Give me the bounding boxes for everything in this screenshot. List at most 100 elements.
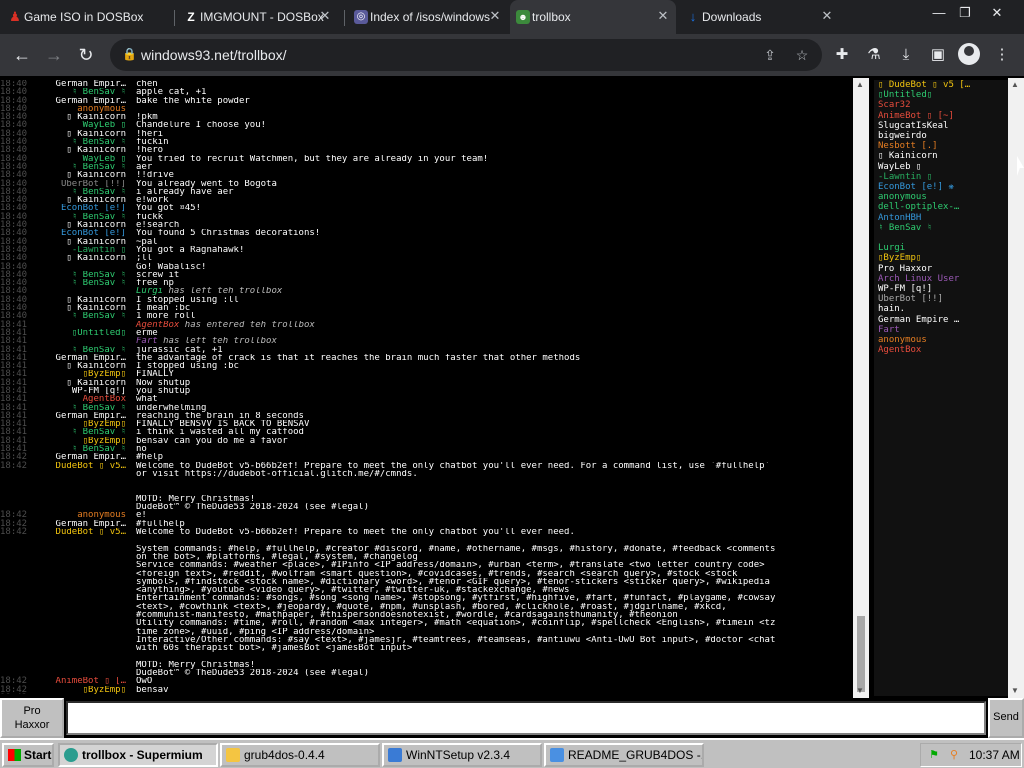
close-tab-icon[interactable]: ✕ xyxy=(656,9,670,23)
user-list-item[interactable]: WayLeb ▯ xyxy=(878,162,1008,172)
share-icon[interactable]: ⇪ xyxy=(760,45,780,65)
user-list-item[interactable]: ▯Untitled▯ xyxy=(878,90,1008,100)
message-nick[interactable]: AgentBox xyxy=(38,395,126,403)
user-list-scrollbar[interactable]: ▲ ▼ xyxy=(1008,78,1024,698)
message-nick[interactable] xyxy=(38,603,126,611)
message-nick[interactable]: UberBot [!!] xyxy=(38,180,126,188)
clock[interactable]: 10:37 AM xyxy=(969,748,1020,762)
message-nick[interactable]: DudeBot ▯ v5… xyxy=(38,528,126,536)
scroll-up-arrow-icon[interactable]: ▲ xyxy=(1011,80,1019,89)
message-nick[interactable]: German Empir… xyxy=(38,412,126,420)
task-readme-grub4dos[interactable]: README_GRUB4DOS -... xyxy=(544,743,704,767)
message-nick[interactable]: anonymous xyxy=(38,511,126,519)
message-nick[interactable]: ▯ Kainicorn xyxy=(38,296,126,304)
nickname-button[interactable]: Pro Haxxor xyxy=(0,698,64,738)
message-nick[interactable]: ♮ BenSav ♮ xyxy=(38,404,126,412)
user-list-item[interactable]: ♮ BenSav ♮ xyxy=(878,223,1008,233)
message-nick[interactable] xyxy=(38,495,126,503)
message-nick[interactable] xyxy=(38,594,126,602)
network-icon[interactable]: ⚑ xyxy=(927,748,941,762)
user-list-item[interactable]: EconBot [e!] ❋ xyxy=(878,182,1008,192)
star-bookmark-icon[interactable]: ☆ xyxy=(792,45,812,65)
user-list-item[interactable]: AgentBox xyxy=(878,345,1008,355)
message-nick[interactable]: WayLeb ▯ xyxy=(38,121,126,129)
side-panel-icon[interactable]: ▣ xyxy=(926,43,950,67)
user-list-item[interactable]: ▯ DudeBot ▯ v5 [… xyxy=(878,80,1008,90)
message-nick[interactable]: ▯ByzEmp▯ xyxy=(38,370,126,378)
tab-trollbox[interactable]: ☻ trollbox ✕ xyxy=(510,0,676,34)
extensions-puzzle-icon[interactable]: ✚ xyxy=(830,43,854,67)
message-nick[interactable]: ♮ BenSav ♮ xyxy=(38,312,126,320)
user-list-item[interactable]: Nesbott [.] xyxy=(878,141,1008,151)
profile-avatar-icon[interactable] xyxy=(958,43,980,65)
tab-downloads[interactable]: ↓ Downloads ✕ xyxy=(680,0,840,34)
message-nick[interactable]: German Empir… xyxy=(38,520,126,528)
message-nick[interactable] xyxy=(38,578,126,586)
message-nick[interactable]: WayLeb ▯ xyxy=(38,155,126,163)
message-nick[interactable]: ▯ Kainicorn xyxy=(38,113,126,121)
message-nick[interactable] xyxy=(38,337,126,345)
message-nick[interactable]: ♮ BenSav ♮ xyxy=(38,346,126,354)
message-nick[interactable]: ▯ Kainicorn xyxy=(38,171,126,179)
message-nick[interactable]: anonymous xyxy=(38,105,126,113)
message-nick[interactable]: ▯ Kainicorn xyxy=(38,221,126,229)
scroll-down-arrow-icon[interactable]: ▼ xyxy=(856,686,864,695)
user-list-item[interactable]: hain. xyxy=(878,304,1008,314)
message-nick[interactable]: ▯ Kainicorn xyxy=(38,304,126,312)
user-list-item[interactable]: Pro Haxxor xyxy=(878,264,1008,274)
message-nick[interactable]: German Empir… xyxy=(38,80,126,88)
user-list-item[interactable]: AntonHBH xyxy=(878,213,1008,223)
message-nick[interactable]: AnimeBot ▯ [… xyxy=(38,677,126,685)
message-nick[interactable] xyxy=(38,644,126,652)
user-list-item[interactable]: Fart xyxy=(878,325,1008,335)
task-grub4dos-folder[interactable]: grub4dos-0.4.4 xyxy=(220,743,380,767)
url-text[interactable]: windows93.net/trollbox/ xyxy=(141,47,287,63)
back-arrow-icon[interactable]: ← xyxy=(10,43,34,67)
user-list-item[interactable]: anonymous xyxy=(878,335,1008,345)
message-nick[interactable] xyxy=(38,321,126,329)
message-nick[interactable]: ▯ Kainicorn xyxy=(38,379,126,387)
message-input[interactable] xyxy=(66,701,986,735)
message-nick[interactable]: WP-FM [q!] xyxy=(38,387,126,395)
user-list-item[interactable]: UberBot [!!] xyxy=(878,294,1008,304)
user-list-item[interactable]: -Lawntin ▯ xyxy=(878,172,1008,182)
forward-arrow-icon[interactable]: → xyxy=(42,43,66,67)
user-list-item[interactable]: AnimeBot ▯ [~] xyxy=(878,111,1008,121)
message-nick[interactable]: ▯ Kainicorn xyxy=(38,196,126,204)
message-nick[interactable] xyxy=(38,536,126,544)
message-nick[interactable] xyxy=(38,470,126,478)
message-nick[interactable]: ♮ BenSav ♮ xyxy=(38,428,126,436)
tab-imgmount[interactable]: Z IMGMOUNT - DOSBox ✕ xyxy=(178,0,338,34)
message-nick[interactable]: ♮ BenSav ♮ xyxy=(38,445,126,453)
message-nick[interactable]: ▯ByzEmp▯ xyxy=(38,437,126,445)
chat-scrollbar[interactable]: ▲ ▼ xyxy=(853,78,869,698)
message-nick[interactable]: ♮ BenSav ♮ xyxy=(38,188,126,196)
message-nick[interactable] xyxy=(38,487,126,495)
download-toolbar-icon[interactable]: ⤓ xyxy=(894,43,918,67)
message-nick[interactable] xyxy=(38,628,126,636)
message-nick[interactable]: ♮ BenSav ♮ xyxy=(38,163,126,171)
close-tab-icon[interactable]: ✕ xyxy=(488,9,502,23)
task-winntsetup[interactable]: WinNTSetup v2.3.4 xyxy=(382,743,542,767)
user-list-item[interactable]: German Empire … xyxy=(878,315,1008,325)
message-nick[interactable] xyxy=(38,586,126,594)
user-list-item[interactable]: Arch Linux User xyxy=(878,274,1008,284)
message-nick[interactable] xyxy=(38,669,126,677)
message-nick[interactable]: German Empir… xyxy=(38,97,126,105)
send-button[interactable]: Send xyxy=(988,698,1024,738)
message-nick[interactable] xyxy=(38,545,126,553)
message-nick[interactable]: ♮ BenSav ♮ xyxy=(38,271,126,279)
user-list-item[interactable]: ▯ Kainicorn xyxy=(878,151,1008,161)
message-nick[interactable]: ♮ BenSav ♮ xyxy=(38,88,126,96)
user-list-item[interactable]: Lurgi xyxy=(878,243,1008,253)
user-list-item[interactable]: ▯ByzEmp▯ xyxy=(878,253,1008,263)
tab-index-isos[interactable]: ◎ Index of /isos/windows ✕ xyxy=(348,0,508,34)
message-nick[interactable] xyxy=(38,263,126,271)
message-nick[interactable]: ♮ BenSav ♮ xyxy=(38,279,126,287)
message-nick[interactable]: ♮ BenSav ♮ xyxy=(38,138,126,146)
restore-icon[interactable]: ❐ xyxy=(954,4,976,22)
user-list-item[interactable]: SlugcatIsKeal xyxy=(878,121,1008,131)
message-nick[interactable] xyxy=(38,561,126,569)
message-nick[interactable] xyxy=(38,619,126,627)
user-list-item[interactable]: WP-FM [q!] xyxy=(878,284,1008,294)
